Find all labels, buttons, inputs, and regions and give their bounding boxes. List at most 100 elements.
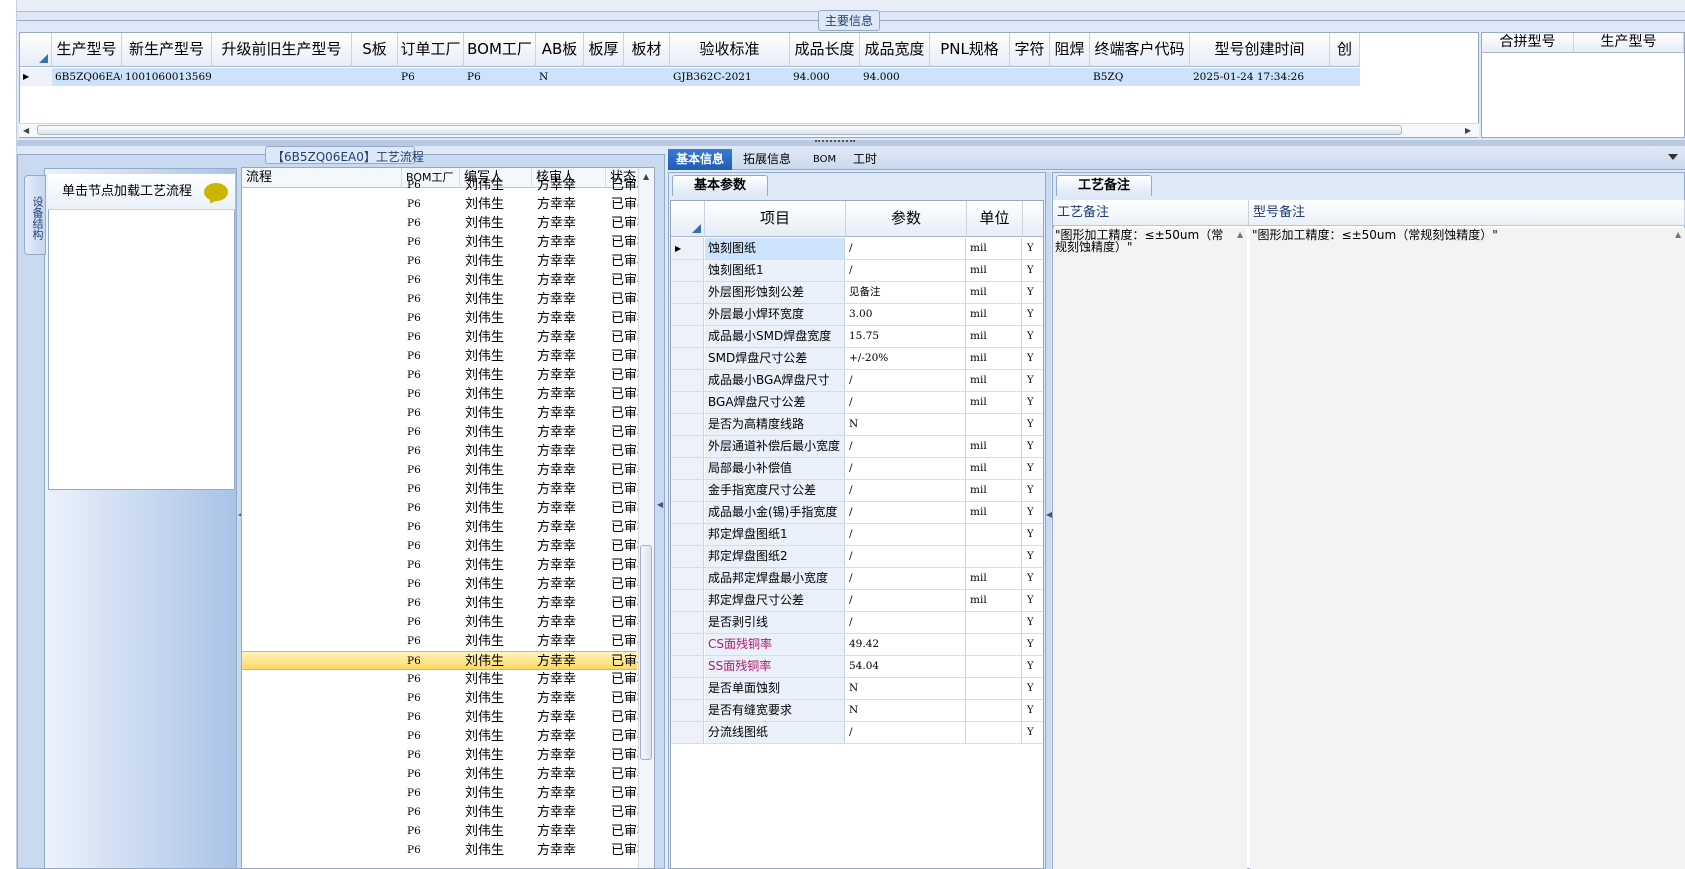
grid-cell[interactable]: 94.000 <box>790 68 860 86</box>
param-row[interactable]: 是否有缝宽要求 N Y <box>671 700 1043 722</box>
tree-row[interactable]: 板镀1P6刘伟生方幸幸已审核 <box>242 461 650 480</box>
scroll-thumb[interactable] <box>37 125 1402 135</box>
tree-row[interactable]: 退膜P6刘伟生方幸幸已审核 <box>242 290 650 309</box>
tree-row[interactable]: 曝光1P6刘伟生方幸幸已审核 <box>242 537 650 556</box>
tab-extended-info[interactable]: 拓展信息 <box>735 149 799 170</box>
param-row[interactable]: CS面残铜率 49.42 Y <box>671 634 1043 656</box>
param-row[interactable]: 外层最小焊环宽度 3.00 mil Y <box>671 304 1043 326</box>
node-list[interactable] <box>48 174 235 490</box>
tab-bom[interactable]: BOM <box>805 149 844 170</box>
tree-row[interactable]: 贴膜1P6刘伟生方幸幸已审核 <box>242 518 650 537</box>
tree-row[interactable]: −外层蚀刻1P6刘伟生方幸幸已审核 <box>242 613 650 632</box>
param-value[interactable]: / <box>846 238 966 259</box>
param-row[interactable]: SMD焊盘尺寸公差 +/-20% mil Y <box>671 348 1043 370</box>
param-value[interactable]: N <box>846 678 966 699</box>
remark-scroll-up-icon[interactable]: ▲ <box>1237 230 1243 239</box>
param-row[interactable]: 邦定焊盘图纸1/ Y <box>671 524 1043 546</box>
tree-row[interactable]: 外层AOI1P6刘伟生方幸幸已审核 <box>242 708 650 727</box>
tab-basic-info[interactable]: 基本信息 <box>668 149 733 170</box>
param-row[interactable]: 金手指宽度尺寸公差 / mil Y <box>671 480 1043 502</box>
param-value[interactable]: / <box>846 436 966 457</box>
grid-cell[interactable]: 6B5ZQ06EA0 <box>52 68 122 86</box>
column-header[interactable]: 生产型号 <box>52 33 122 67</box>
scroll-up-icon[interactable]: ▲ <box>643 172 649 181</box>
param-row[interactable]: SS面残铜率 54.04 Y <box>671 656 1043 678</box>
tree-row[interactable]: 退锡1P6刘伟生方幸幸已审核 <box>242 670 650 689</box>
tree-row[interactable]: 退膜1P6刘伟生方幸幸已审核 <box>242 632 650 651</box>
model-remark-area[interactable] <box>1250 228 1685 869</box>
tree-row[interactable]: 沉铜3P6刘伟生方幸幸已审核 <box>242 423 650 442</box>
param-row[interactable]: 是否单面蚀刻 N Y <box>671 678 1043 700</box>
process-tree-grid[interactable]: 流程BOM工厂编写人核审人状态贴膜P6刘伟生方幸幸已审核曝光P6刘伟生方幸幸已审… <box>241 167 655 869</box>
tab-basic-params[interactable]: 基本参数 <box>672 175 768 196</box>
param-value[interactable]: N <box>846 700 966 721</box>
param-value[interactable]: / <box>846 370 966 391</box>
tree-row[interactable]: −沉铜3P6刘伟生方幸幸已审核 <box>242 404 650 423</box>
grid-cell[interactable]: B5ZQ <box>1090 68 1190 86</box>
column-header[interactable]: S板 <box>352 33 398 67</box>
grid-cell[interactable]: P6 <box>398 68 464 86</box>
param-value[interactable]: 15.75 <box>846 326 966 347</box>
param-row[interactable]: 局部最小补偿值 / mil Y <box>671 458 1043 480</box>
process-remark-area[interactable] <box>1053 228 1247 869</box>
grid-cell[interactable] <box>584 68 624 86</box>
tree-row[interactable]: 喷涂P6刘伟生方幸幸已审核 <box>242 803 650 822</box>
tree-row[interactable]: 显影P6刘伟生方幸幸已审核 <box>242 841 650 860</box>
grid-cell[interactable] <box>352 68 398 86</box>
param-value[interactable]: / <box>846 524 966 545</box>
column-header[interactable]: 型号创建时间 <box>1190 33 1330 67</box>
param-row[interactable]: 成品邦定焊盘最小宽度 / mil Y <box>671 568 1043 590</box>
tree-row[interactable]: −阻焊P6刘伟生方幸幸已审核 <box>242 765 650 784</box>
tree-row[interactable]: 图形电镀P6刘伟生方幸幸已审核 <box>242 594 650 613</box>
tab-work-hours[interactable]: 工时 <box>845 149 885 170</box>
column-header[interactable]: 成品宽度 <box>860 33 930 67</box>
merge-model-grid[interactable]: 合拼型号 生产型号 <box>1481 32 1685 138</box>
equipment-structure-tab[interactable]: 设备结构 <box>24 175 46 255</box>
grid-cell[interactable] <box>1010 68 1050 86</box>
scroll-right-icon[interactable]: ▶ <box>1465 126 1471 135</box>
param-row[interactable]: 邦定焊盘尺寸公差 / mil Y <box>671 590 1043 612</box>
param-row[interactable]: 外层图形蚀刻公差 见备注 mil Y <box>671 282 1043 304</box>
grid-cell[interactable] <box>1050 68 1090 86</box>
param-value[interactable]: / <box>846 458 966 479</box>
main-info-hscroll[interactable]: ◀ ▶ <box>19 123 1479 137</box>
tree-row[interactable]: 曝光P6刘伟生方幸幸已审核 <box>242 822 650 841</box>
param-value[interactable]: / <box>846 260 966 281</box>
param-value[interactable]: / <box>846 480 966 501</box>
param-value[interactable]: / <box>846 568 966 589</box>
tree-row[interactable]: −图形电镀P6刘伟生方幸幸已审核 <box>242 575 650 594</box>
grid-cell[interactable] <box>624 68 670 86</box>
tree-row[interactable]: 外层前处理1P6刘伟生方幸幸已审核 <box>242 499 650 518</box>
column-header[interactable]: 阻焊 <box>1050 33 1090 67</box>
column-header[interactable]: 终端客户代码 <box>1090 33 1190 67</box>
scroll-left-icon[interactable]: ◀ <box>23 126 29 135</box>
column-header[interactable]: 成品长度 <box>790 33 860 67</box>
tree-row[interactable]: −外层干膜1P6刘伟生方幸幸已审核 <box>242 480 650 499</box>
param-value[interactable]: / <box>846 612 966 633</box>
param-row[interactable]: 是否剥引线 / Y <box>671 612 1043 634</box>
tree-row[interactable]: 半检2P6刘伟生方幸幸已审核 <box>242 385 650 404</box>
tree-row[interactable]: 显影P6刘伟生方幸幸已审核 <box>242 214 650 233</box>
grid-cell[interactable]: 94.000 <box>860 68 930 86</box>
column-header[interactable]: 新生产型号 <box>122 33 212 67</box>
grid-cell[interactable]: GJB362C-2021 <box>670 68 790 86</box>
grid-cell[interactable] <box>212 68 352 86</box>
param-value[interactable]: 49.42 <box>846 634 966 655</box>
tree-row[interactable]: −AOI1P6刘伟生方幸幸已审核 <box>242 689 650 708</box>
tree-row[interactable]: 贴膜P6刘伟生方幸幸已审核 <box>242 176 650 195</box>
collapse-tree-icon[interactable]: ◀ <box>657 500 663 509</box>
tree-row[interactable]: 抛光1P6刘伟生方幸幸已审核 <box>242 347 650 366</box>
tree-row[interactable]: −半成品检验2P6刘伟生方幸幸已审核 <box>242 366 650 385</box>
tree-row[interactable]: 显影1P6刘伟生方幸幸已审核 <box>242 556 650 575</box>
param-row[interactable]: ▶ 蚀刻图纸 / mil Y <box>671 238 1043 260</box>
tree-row[interactable]: −电镀1P6刘伟生方幸幸已审核 <box>242 442 650 461</box>
tree-row[interactable]: 陶瓷磨板1P6刘伟生方幸幸已审核 <box>242 328 650 347</box>
column-header[interactable]: PNL规格 <box>930 33 1010 67</box>
param-row[interactable]: 成品最小SMD焊盘宽度 15.75 mil Y <box>671 326 1043 348</box>
param-value[interactable]: +/-20% <box>846 348 966 369</box>
column-header[interactable]: BOM工厂 <box>464 33 536 67</box>
row-selector-icon[interactable]: ▶ <box>20 68 52 86</box>
param-value[interactable]: N <box>846 414 966 435</box>
grid-cell[interactable]: P6 <box>464 68 536 86</box>
param-value[interactable]: / <box>846 502 966 523</box>
